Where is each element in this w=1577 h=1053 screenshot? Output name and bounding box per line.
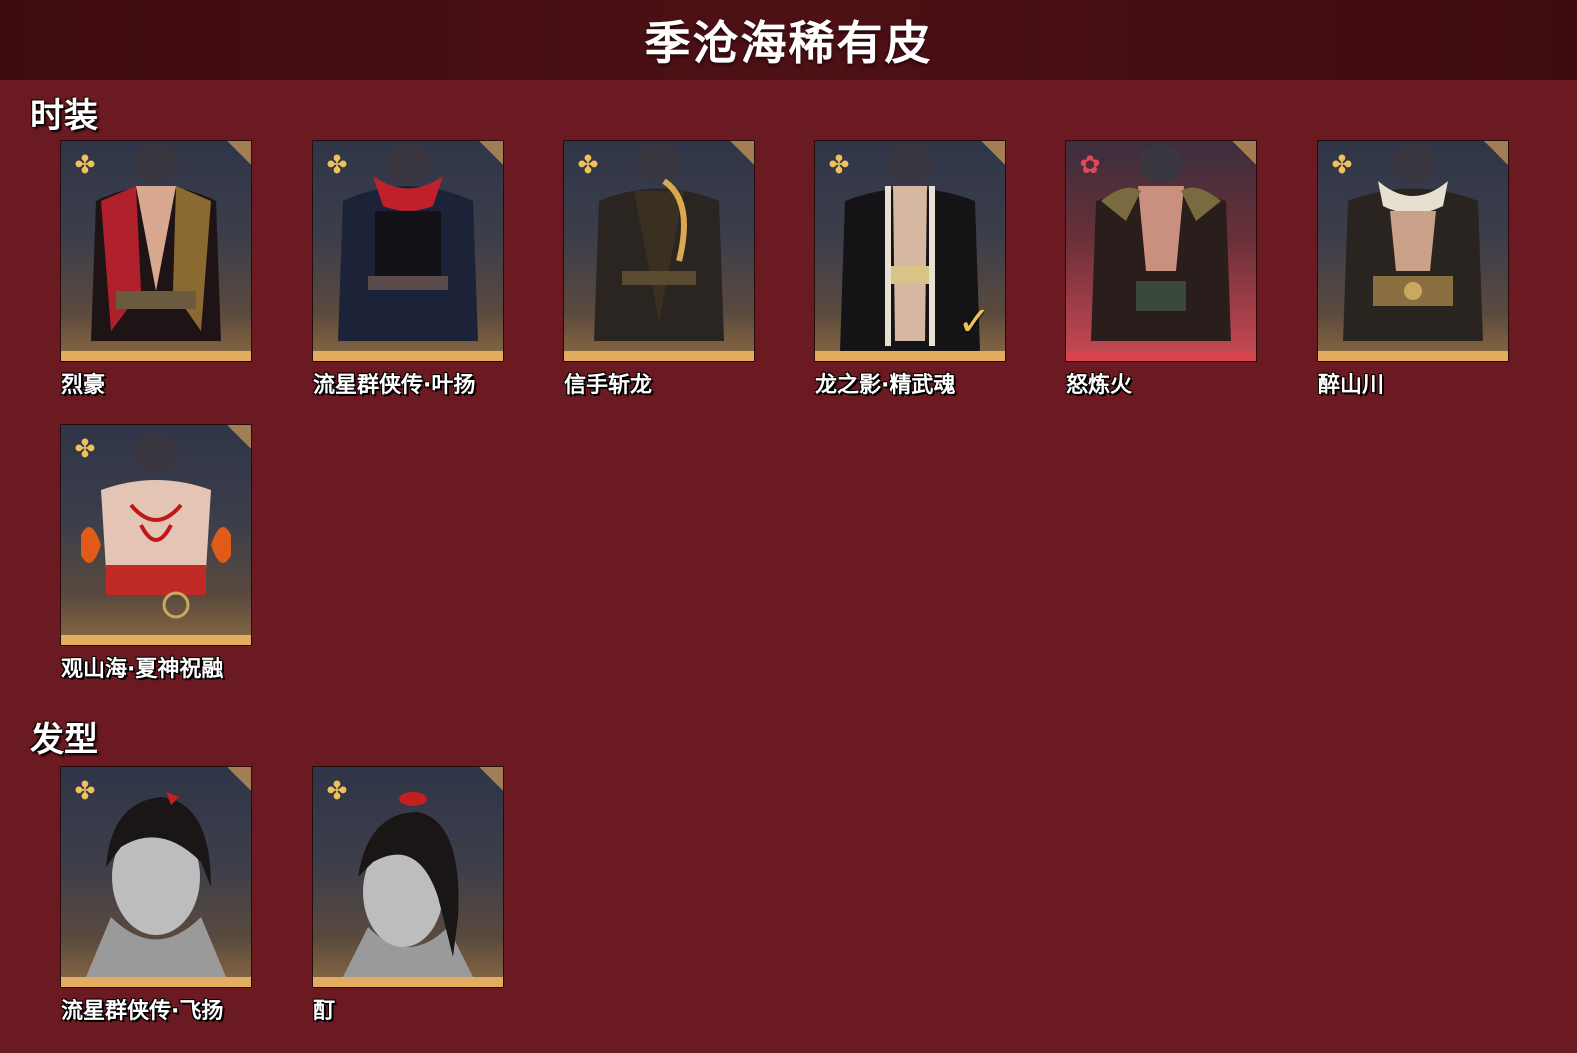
corner-ornament — [479, 141, 503, 165]
costume-card[interactable]: ✤ 信手斩龙 — [564, 141, 754, 399]
hairstyle-thumbnail: ✤ — [61, 767, 251, 987]
gold-flower-icon: ✤ — [74, 150, 96, 179]
costume-name: 醉山川 — [1318, 373, 1385, 398]
corner-ornament — [1484, 141, 1508, 165]
corner-ornament — [479, 767, 503, 791]
rarity-bar — [815, 351, 1005, 361]
corner-ornament — [981, 141, 1005, 165]
costume-thumbnail: ✤ — [313, 141, 503, 361]
costume-card[interactable]: ✿ 怒炼火 — [1066, 141, 1256, 399]
rarity-bar — [1066, 351, 1256, 361]
gold-flower-icon: ✤ — [74, 434, 96, 463]
costume-card[interactable]: ✤ 观山海·夏神祝融 — [61, 425, 251, 683]
costume-thumbnail: ✤ — [61, 425, 251, 645]
gold-flower-icon: ✤ — [1331, 150, 1353, 179]
gold-flower-icon: ✤ — [326, 776, 348, 805]
costume-card[interactable]: ✤ 烈豪 — [61, 141, 251, 399]
rarity-bar — [61, 977, 251, 987]
costume-thumbnail: ✿ — [1066, 141, 1256, 361]
owned-check-icon: ✓ — [957, 299, 991, 345]
corner-ornament — [227, 141, 251, 165]
corner-ornament — [1232, 141, 1256, 165]
red-flower-icon: ✿ — [1079, 150, 1101, 179]
gold-flower-icon: ✤ — [577, 150, 599, 179]
section-title-costumes: 时装 — [30, 96, 98, 136]
hairstyle-name: 酊 — [313, 999, 336, 1024]
section-title-hairstyles: 发型 — [30, 720, 98, 760]
hairstyle-card[interactable]: ✤ 流星群侠传·飞扬 — [61, 767, 251, 1025]
hairstyle-card[interactable]: ✤ 酊 — [313, 767, 503, 1025]
corner-ornament — [227, 767, 251, 791]
page-title: 季沧海稀有皮 — [644, 16, 933, 70]
costume-name: 观山海·夏神祝融 — [61, 657, 224, 682]
costume-thumbnail: ✤ — [1318, 141, 1508, 361]
corner-ornament — [730, 141, 754, 165]
costume-card[interactable]: ✤ ✓ 龙之影·精武魂 — [815, 141, 1005, 399]
costume-name: 怒炼火 — [1066, 373, 1133, 398]
hairstyle-thumbnail: ✤ — [313, 767, 503, 987]
hairstyle-name: 流星群侠传·飞扬 — [61, 999, 224, 1024]
costume-name: 信手斩龙 — [564, 373, 653, 398]
costume-name: 龙之影·精武魂 — [815, 373, 956, 398]
gold-flower-icon: ✤ — [326, 150, 348, 179]
costume-thumbnail: ✤ — [61, 141, 251, 361]
rarity-bar — [313, 351, 503, 361]
costume-card[interactable]: ✤ 流星群侠传·叶扬 — [313, 141, 503, 399]
rarity-bar — [1318, 351, 1508, 361]
costume-name: 流星群侠传·叶扬 — [313, 373, 476, 398]
rarity-bar — [61, 635, 251, 645]
rarity-bar — [61, 351, 251, 361]
gold-flower-icon: ✤ — [828, 150, 850, 179]
rarity-bar — [313, 977, 503, 987]
costume-thumbnail: ✤ — [564, 141, 754, 361]
costume-card[interactable]: ✤ 醉山川 — [1318, 141, 1508, 399]
costume-name: 烈豪 — [61, 373, 106, 398]
page-header: 季沧海稀有皮 — [0, 0, 1577, 80]
costume-thumbnail: ✤ ✓ — [815, 141, 1005, 361]
gold-flower-icon: ✤ — [74, 776, 96, 805]
rarity-bar — [564, 351, 754, 361]
corner-ornament — [227, 425, 251, 449]
